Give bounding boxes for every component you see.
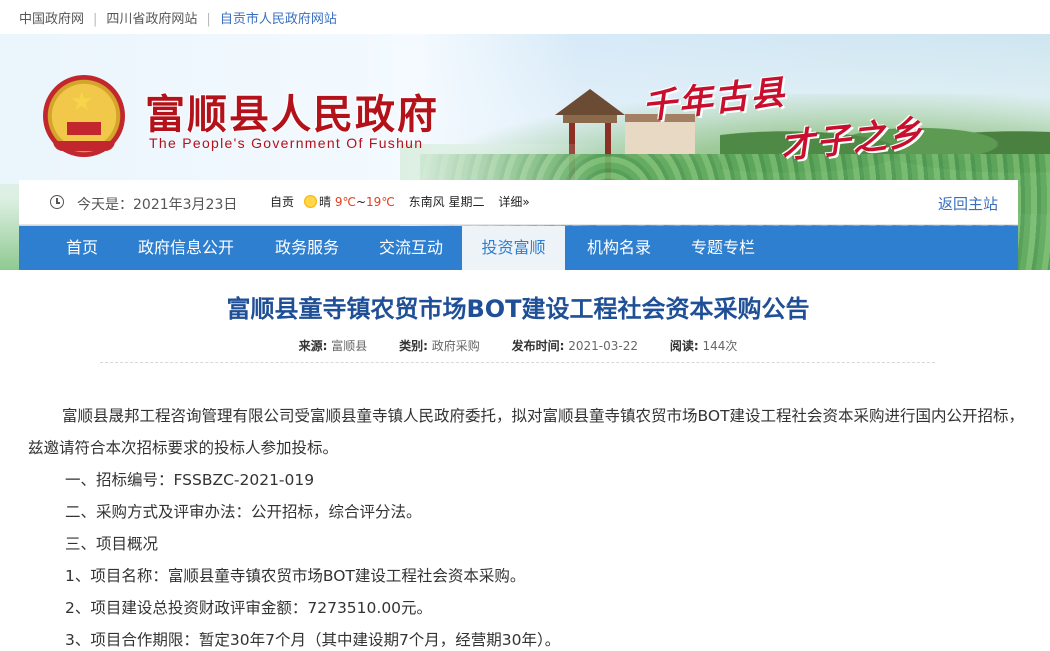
- article-paragraph: 二、采购方式及评审办法：公开招标，综合评分法。: [65, 503, 422, 521]
- article-paragraph: 1、项目名称：富顺县童寺镇农贸市场BOT建设工程社会资本采购。: [65, 567, 526, 585]
- meta-source: 富顺县: [331, 339, 368, 353]
- temp-separator: ~: [355, 195, 367, 209]
- article-paragraph: 三、项目概况: [65, 535, 159, 553]
- article-paragraph: 3、项目合作期限：暂定30年7个月（其中建设期7个月，经营期30年）。: [65, 631, 561, 649]
- article-body: 富顺县晟邦工程咨询管理有限公司受富顺县童寺镇人民政府委托，拟对富顺县童寺镇农贸市…: [28, 400, 1028, 651]
- meta-category: 政府采购: [431, 339, 480, 353]
- meta-date-label: 发布时间:: [511, 339, 565, 353]
- sun-icon: [304, 195, 318, 208]
- meta-category-label: 类别:: [399, 339, 428, 353]
- back-to-main-site-link[interactable]: 返回主站: [938, 193, 998, 214]
- nav-special-topics[interactable]: 专题专栏: [675, 226, 771, 270]
- clock-icon: [50, 195, 64, 209]
- nav-gov-services[interactable]: 政务服务: [259, 226, 355, 270]
- site-title: 富顺县人民政府: [145, 91, 439, 138]
- meta-date: 2021-03-22: [568, 339, 638, 353]
- national-emblem-icon: ★: [43, 75, 125, 157]
- weather-widget: 自贡 晴 9℃~19℃ 东南风 星期二 详细»: [270, 193, 530, 210]
- link-zigong-gov[interactable]: 自贡市人民政府网站: [220, 12, 337, 27]
- top-links-bar: 中国政府网 | 四川省政府网站 | 自贡市人民政府网站: [0, 0, 1050, 34]
- article-paragraph: 一、招标编号：FSSBZC-2021-019: [65, 471, 315, 489]
- meta-divider: [100, 362, 935, 363]
- meta-views-label: 阅读:: [669, 339, 699, 353]
- nav-interaction[interactable]: 交流互动: [363, 226, 459, 270]
- wind-direction: 东南风: [408, 195, 445, 209]
- article-paragraph: 2、项目建设总投资财政评审金额：7273510.00元。: [65, 599, 433, 617]
- nav-gov-info-public[interactable]: 政府信息公开: [125, 226, 247, 270]
- article-paragraph: 富顺县晟邦工程咨询管理有限公司受富顺县童寺镇人民政府委托，拟对富顺县童寺镇农贸市…: [28, 407, 1025, 457]
- article-title: 富顺县童寺镇农贸市场BOT建设工程社会资本采购公告: [226, 295, 810, 323]
- separator: |: [93, 12, 98, 27]
- meta-source-label: 来源:: [298, 339, 328, 353]
- link-sichuan-gov[interactable]: 四川省政府网站: [106, 12, 197, 27]
- nav-org-directory[interactable]: 机构名录: [571, 226, 667, 270]
- today-date: 今天是：2021年3月23日: [77, 197, 238, 213]
- weather-city: 自贡: [270, 195, 295, 209]
- meta-views: 144次: [702, 339, 738, 353]
- weekday: 星期二: [448, 195, 485, 209]
- nav-home[interactable]: 首页: [49, 226, 115, 270]
- weather-condition: 晴: [319, 195, 332, 209]
- article-meta: 来源: 富顺县 类别: 政府采购 发布时间: 2021-03-22 阅读: 14…: [0, 337, 1036, 354]
- info-bar: 今天是：2021年3月23日 自贡 晴 9℃~19℃ 东南风 星期二 详细» 返回…: [19, 180, 1018, 225]
- temp-high: 19℃: [366, 195, 395, 209]
- weather-details-link[interactable]: 详细»: [498, 195, 529, 209]
- main-nav: 首页 政府信息公开 政务服务 交流互动 投资富顺 机构名录 专题专栏: [19, 226, 1018, 270]
- link-china-gov[interactable]: 中国政府网: [19, 12, 84, 27]
- nav-invest-fushun[interactable]: 投资富顺: [462, 226, 565, 270]
- separator: |: [206, 12, 211, 27]
- temp-low: 9℃: [334, 195, 356, 209]
- site-subtitle: The People's Government Of Fushun: [149, 135, 424, 151]
